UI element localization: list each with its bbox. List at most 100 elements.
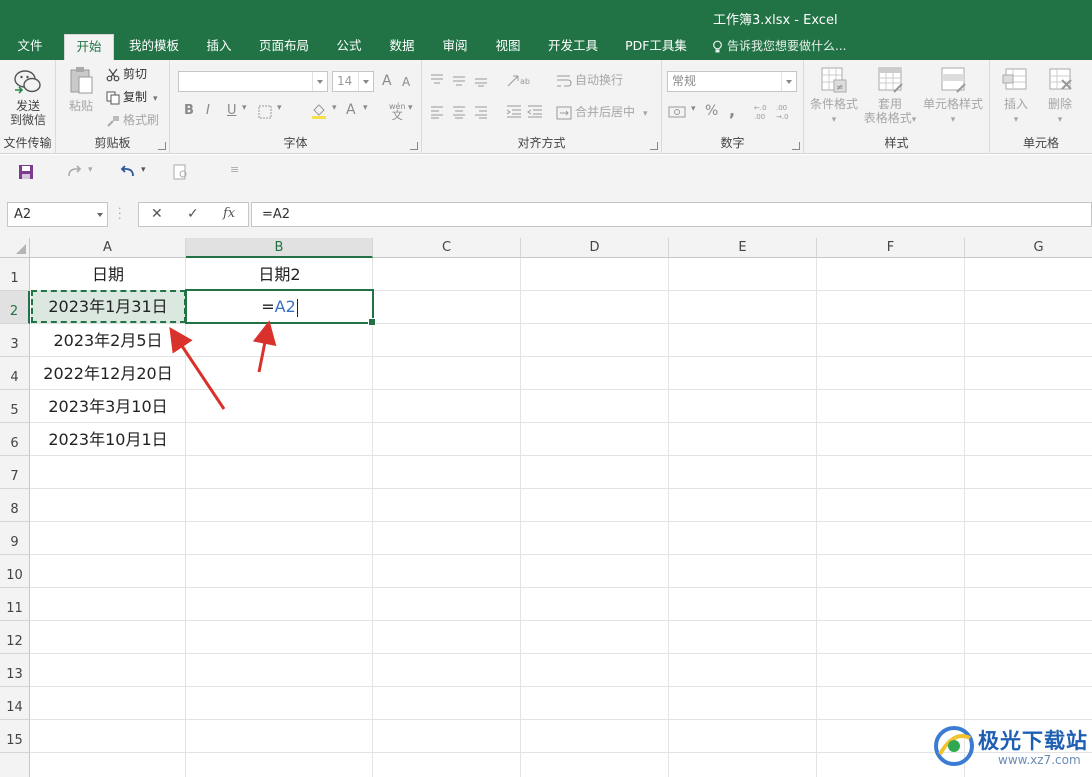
tell-me-box[interactable]: 告诉我您想要做什么... [712,34,846,58]
indent-icon[interactable] [506,104,546,118]
decimal-icons[interactable]: ←.0.00.00→.0 [753,102,797,122]
underline-dropdown-icon[interactable]: ▾ [242,103,247,113]
row-header-7[interactable]: 7 [0,456,30,489]
column-header-d[interactable]: D [521,238,669,258]
borders-dropdown-icon[interactable]: ▾ [277,103,282,113]
tab-pdf-tools[interactable]: PDF工具集 [617,34,695,60]
number-launcher[interactable] [792,142,800,150]
tab-page-layout[interactable]: 页面布局 [252,34,316,60]
insert-cells-button[interactable]: 插入 ▾ [994,66,1038,127]
redo-dropdown-icon[interactable]: ▾ [88,165,93,175]
group-label-font: 字体 [283,136,308,150]
number-format-dropdown-icon[interactable] [781,72,796,91]
clipboard-launcher[interactable] [158,142,166,150]
font-name-combo[interactable] [178,71,328,92]
font-size-dropdown-icon[interactable] [358,72,373,91]
confirm-entry-button[interactable]: ✓ [187,206,199,222]
copy-label: 复制 [123,90,148,104]
merge-center-button[interactable]: 合并后居中 ▾ [556,103,648,121]
fill-color-dropdown-icon[interactable]: ▾ [332,103,337,113]
phonetic-button[interactable]: wén 文 [389,102,406,121]
svg-text:.00: .00 [754,113,765,121]
align-top-icon[interactable] [430,73,490,87]
ribbon-home: 发送 到微信 文件传输 粘贴 剪切 复制 ▾ 格式刷 剪贴板 14 A A B … [0,60,1092,154]
font-name-dropdown-icon[interactable] [312,72,327,91]
tab-insert[interactable]: 插入 [198,34,240,60]
row-header-16-partial[interactable] [0,753,30,777]
paste-button[interactable]: 粘贴 [64,66,98,113]
bold-button[interactable]: B [184,103,194,118]
comma-button[interactable]: , [729,101,735,120]
copy-button[interactable]: 复制 ▾ [106,88,158,106]
undo-icon[interactable] [118,164,136,180]
format-as-table-button[interactable]: 套用 表格格式▾ [862,66,918,127]
fill-color-icon[interactable] [311,103,329,119]
tab-my-templates[interactable]: 我的模板 [124,34,184,60]
font-color-button[interactable]: A [346,102,356,118]
delete-cells-button[interactable]: 删除 ▾ [1038,66,1082,127]
tab-home[interactable]: 开始 [64,34,114,60]
phonetic-dropdown-icon[interactable]: ▾ [408,103,413,113]
alignment-launcher[interactable] [650,142,658,150]
orientation-icon[interactable]: ab [506,72,530,88]
gridline [30,554,1092,555]
column-header-e[interactable]: E [669,238,817,258]
cancel-entry-button[interactable]: ✕ [151,206,163,222]
redo-icon[interactable] [66,164,84,180]
font-size-combo[interactable]: 14 [332,71,374,92]
save-icon[interactable] [18,164,34,180]
worksheet-grid[interactable]: A B C D E F G 1 2 3 4 5 6 7 8 9 10 11 12… [0,238,1092,777]
row-header-9[interactable]: 9 [0,522,30,555]
formula-input[interactable]: =A2 [251,202,1092,227]
row-header-10[interactable]: 10 [0,555,30,588]
align-left-icon[interactable] [430,105,490,119]
cell-styles-button[interactable]: 单元格样式 ▾ [918,66,988,127]
font-launcher[interactable] [410,142,418,150]
font-size-value: 14 [337,74,353,88]
name-box-value: A2 [14,207,32,222]
number-format-combo[interactable]: 常规 [667,71,797,92]
merge-dropdown-icon[interactable]: ▾ [643,109,648,119]
font-color-dropdown-icon[interactable]: ▾ [363,103,368,113]
tab-file[interactable]: 文件 [8,34,52,60]
undo-dropdown-icon[interactable]: ▾ [141,165,146,175]
column-header-f[interactable]: F [817,238,965,258]
cut-button[interactable]: 剪切 [106,65,147,83]
grow-font-button[interactable]: A [382,73,392,89]
italic-button[interactable]: I [206,103,210,118]
name-box-dropdown-icon[interactable] [97,213,103,217]
copy-dropdown-icon[interactable]: ▾ [153,94,158,104]
delete-cells-label: 删除 [1047,97,1072,111]
formula-bar-grip-icon[interactable]: · · · [118,203,122,224]
name-box[interactable]: A2 [7,202,108,227]
row-header-11[interactable]: 11 [0,588,30,621]
row-header-13[interactable]: 13 [0,654,30,687]
row-header-15[interactable]: 15 [0,720,30,753]
percent-button[interactable]: % [705,103,718,119]
currency-icon[interactable] [668,104,690,120]
wrap-text-button[interactable]: 自动换行 [556,71,623,89]
tab-view[interactable]: 视图 [487,34,529,60]
print-preview-icon[interactable] [172,164,190,180]
borders-icon[interactable] [258,105,274,119]
arrow-to-a2 [169,327,226,410]
send-to-wechat-button[interactable]: 发送 到微信 [6,68,50,127]
currency-dropdown-icon[interactable]: ▾ [691,104,696,114]
underline-button[interactable]: U [227,103,237,118]
gridline [30,587,1092,588]
conditional-format-button[interactable]: ≠ 条件格式 ▾ [806,66,862,127]
tab-developer[interactable]: 开发工具 [541,34,605,60]
row-header-8[interactable]: 8 [0,489,30,522]
tab-review[interactable]: 审阅 [434,34,476,60]
customize-qat-icon[interactable]: ≡ [230,163,239,176]
insert-function-button[interactable]: fx [223,206,235,221]
watermark-text: 极光下载站 [978,729,1088,753]
row-header-12[interactable]: 12 [0,621,30,654]
brush-icon [107,115,119,127]
tab-data[interactable]: 数据 [381,34,423,60]
row-header-14[interactable]: 14 [0,687,30,720]
column-header-g[interactable]: G [965,238,1092,258]
shrink-font-button[interactable]: A [402,75,410,89]
format-painter-button[interactable]: 格式刷 [106,111,159,129]
tab-formulas[interactable]: 公式 [328,34,370,60]
